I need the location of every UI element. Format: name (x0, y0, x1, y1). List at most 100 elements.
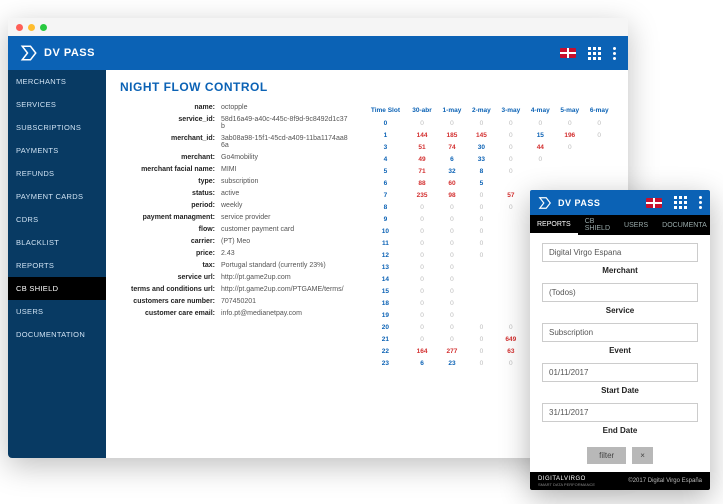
slot-cell: 23 (364, 357, 407, 369)
language-flag-icon[interactable] (560, 48, 576, 58)
value-cell: 0 (437, 333, 466, 345)
value-cell: 0 (467, 189, 496, 201)
slot-cell: 14 (364, 273, 407, 285)
slot-cell: 18 (364, 297, 407, 309)
sidebar-item-reports[interactable]: REPORTS (8, 254, 106, 277)
detail-row: flow:customer payment card (120, 226, 350, 233)
value-cell: 0 (437, 117, 466, 129)
apps-grid-icon[interactable] (588, 47, 601, 60)
more-menu-icon[interactable] (613, 47, 616, 60)
value-cell: 51 (407, 141, 437, 153)
footer-copyright: ©2017 Digital Virgo España (628, 478, 702, 484)
detail-value: octopple (221, 104, 350, 111)
slot-cell: 5 (364, 165, 407, 177)
mobile-input-end-date[interactable] (542, 403, 698, 422)
value-cell: 0 (496, 153, 525, 165)
window-close-dot[interactable] (16, 24, 23, 31)
slot-cell: 3 (364, 141, 407, 153)
detail-row: price:2.43 (120, 250, 350, 257)
value-cell: 164 (407, 345, 437, 357)
mobile-input-event[interactable] (542, 323, 698, 342)
detail-value: (PT) Meo (221, 238, 350, 245)
window-max-dot[interactable] (40, 24, 47, 31)
value-cell: 6 (407, 357, 437, 369)
detail-row: payment managment:service provider (120, 214, 350, 221)
detail-row: type:subscription (120, 178, 350, 185)
value-cell: 57 (496, 189, 525, 201)
sidebar-item-users[interactable]: USERS (8, 300, 106, 323)
app-logo[interactable]: DV PASS (20, 44, 95, 62)
mobile-app-logo[interactable]: DV PASS (538, 196, 600, 210)
mobile-more-menu-icon[interactable] (699, 196, 702, 209)
mobile-tab-documenta[interactable]: DOCUMENTA (655, 215, 710, 235)
value-cell: 0 (437, 261, 466, 273)
slot-cell: 6 (364, 177, 407, 189)
sidebar-item-subscriptions[interactable]: SUBSCRIPTIONS (8, 116, 106, 139)
mobile-input-start-date[interactable] (542, 363, 698, 382)
value-cell: 0 (496, 165, 525, 177)
mobile-footer: DIGITALVIRGO SMART DATA PERFORMANCE ©201… (530, 472, 710, 490)
sidebar-item-merchants[interactable]: MERCHANTS (8, 70, 106, 93)
value-cell (467, 273, 496, 285)
slot-cell: 21 (364, 333, 407, 345)
value-cell: 0 (407, 225, 437, 237)
detail-row: merchant facial name:MIMI (120, 166, 350, 173)
window-min-dot[interactable] (28, 24, 35, 31)
sidebar-item-cdrs[interactable]: CDRS (8, 208, 106, 231)
filter-button[interactable]: filter (587, 447, 626, 464)
detail-label: period: (120, 202, 215, 209)
mobile-app-name: DV PASS (558, 198, 600, 208)
value-cell: 0 (496, 321, 525, 333)
mobile-field-label: Event (542, 346, 698, 355)
value-cell (496, 297, 525, 309)
value-cell: 49 (407, 153, 437, 165)
value-cell: 144 (407, 129, 437, 141)
value-cell (496, 213, 525, 225)
mobile-tab-users[interactable]: USERS (617, 215, 655, 235)
clear-button[interactable]: × (632, 447, 653, 464)
sidebar-item-payment-cards[interactable]: PAYMENT CARDS (8, 185, 106, 208)
value-cell (467, 309, 496, 321)
detail-value: weekly (221, 202, 350, 209)
value-cell: 5 (467, 177, 496, 189)
value-cell: 32 (437, 165, 466, 177)
detail-row: customer care email:info.pt@medianetpay.… (120, 310, 350, 317)
mobile-input-service[interactable] (542, 283, 698, 302)
mobile-tab-cb shield[interactable]: CB SHIELD (578, 215, 617, 235)
detail-value: MIMI (221, 166, 350, 173)
detail-value: customer payment card (221, 226, 350, 233)
sidebar-item-payments[interactable]: PAYMENTS (8, 139, 106, 162)
col-header: 2-may (467, 104, 496, 117)
sidebar-item-documentation[interactable]: DOCUMENTATION (8, 323, 106, 346)
value-cell (584, 165, 614, 177)
sidebar-item-services[interactable]: SERVICES (8, 93, 106, 116)
detail-label: terms and conditions url: (120, 286, 215, 293)
value-cell: 0 (467, 357, 496, 369)
sidebar-item-blacklist[interactable]: BLACKLIST (8, 231, 106, 254)
detail-value: http://pt.game2up.com (221, 274, 350, 281)
value-cell: 0 (467, 225, 496, 237)
mobile-input-merchant[interactable] (542, 243, 698, 262)
value-cell: 0 (407, 321, 437, 333)
table-row: 688605 (364, 177, 614, 189)
mobile-apps-grid-icon[interactable] (674, 196, 687, 209)
value-cell (467, 285, 496, 297)
mobile-language-flag-icon[interactable] (646, 198, 662, 208)
mobile-tab-reports[interactable]: REPORTS (530, 215, 578, 235)
value-cell (526, 165, 555, 177)
value-cell: 6 (437, 153, 466, 165)
detail-row: service url: http://pt.game2up.com (120, 274, 350, 281)
value-cell: 63 (496, 345, 525, 357)
sidebar-item-refunds[interactable]: REFUNDS (8, 162, 106, 185)
detail-label: service url: (120, 274, 215, 281)
value-cell: 15 (526, 129, 555, 141)
col-header: 6-may (584, 104, 614, 117)
value-cell: 145 (467, 129, 496, 141)
value-cell (555, 153, 584, 165)
slot-cell: 19 (364, 309, 407, 321)
sidebar-item-cb-shield[interactable]: CB SHIELD (8, 277, 106, 300)
slot-cell: 0 (364, 117, 407, 129)
detail-label: merchant_id: (120, 135, 215, 149)
detail-row: customers care number:707450201 (120, 298, 350, 305)
detail-label: type: (120, 178, 215, 185)
